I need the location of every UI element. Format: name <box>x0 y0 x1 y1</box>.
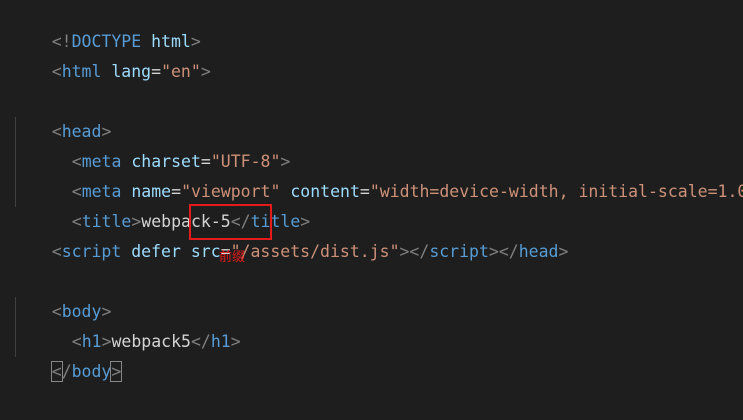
annotation-label: 前缀 <box>219 250 246 265</box>
tag-name: h1 <box>210 332 231 351</box>
bracket: ></ <box>488 242 519 261</box>
bracket: > <box>558 242 569 261</box>
code-line-head-open[interactable]: <head> <box>12 87 112 141</box>
equals: = <box>151 62 162 81</box>
attr-value-path: /dist.js <box>310 242 390 261</box>
code-line-title[interactable]: <title>webpack-5</title> <box>12 177 310 231</box>
code-line-h1[interactable]: <h1>webpack5</h1> <box>12 297 241 351</box>
attr-value-prefix: /assets <box>240 242 311 261</box>
bracket: < <box>51 62 62 81</box>
h1-text: webpack5 <box>111 332 191 351</box>
attr-name: lang <box>111 62 152 81</box>
matched-bracket-open: < <box>50 361 63 382</box>
annotation-highlight-box <box>189 204 272 240</box>
code-line-body-open[interactable]: <body> <box>12 267 112 321</box>
code-line-html-open[interactable]: <html lang="en"> <box>12 27 211 81</box>
bracket: </ <box>190 332 211 351</box>
tag-name: script <box>61 242 122 261</box>
tag-name: html <box>61 62 102 81</box>
attr-value-quote: " <box>389 242 400 261</box>
bracket: ></ <box>399 242 430 261</box>
bracket: / <box>61 362 72 381</box>
attr-value: "width=device-width, initial-scale=1.0" <box>369 182 743 201</box>
attr-value: "en" <box>161 62 201 81</box>
code-line-body-close[interactable]: </body> <box>12 327 123 382</box>
code-line-meta-charset[interactable]: <meta charset="UTF-8"> <box>12 117 291 171</box>
equals: = <box>359 182 370 201</box>
code-line-doctype[interactable]: <!DOCTYPE html> <box>12 0 201 51</box>
bracket: > <box>230 332 241 351</box>
code-line-meta-viewport[interactable]: <meta name="viewport" content="width=dev… <box>12 147 743 201</box>
code-editor[interactable]: <!DOCTYPE html> <html lang="en"> <head> … <box>0 0 743 420</box>
bracket: > <box>200 62 211 81</box>
code-line-script[interactable]: <script defer src="/assets/dist.js"></sc… <box>12 207 569 261</box>
bracket: < <box>51 242 62 261</box>
tag-name: script <box>429 242 489 261</box>
attr-name: defer <box>131 242 181 261</box>
code-line-html-close[interactable]: </html> <box>12 387 121 417</box>
tag-name: body <box>71 362 112 381</box>
attr-name: src <box>190 242 221 261</box>
tag-name: head <box>518 242 559 261</box>
matched-bracket-close: > <box>110 361 123 382</box>
